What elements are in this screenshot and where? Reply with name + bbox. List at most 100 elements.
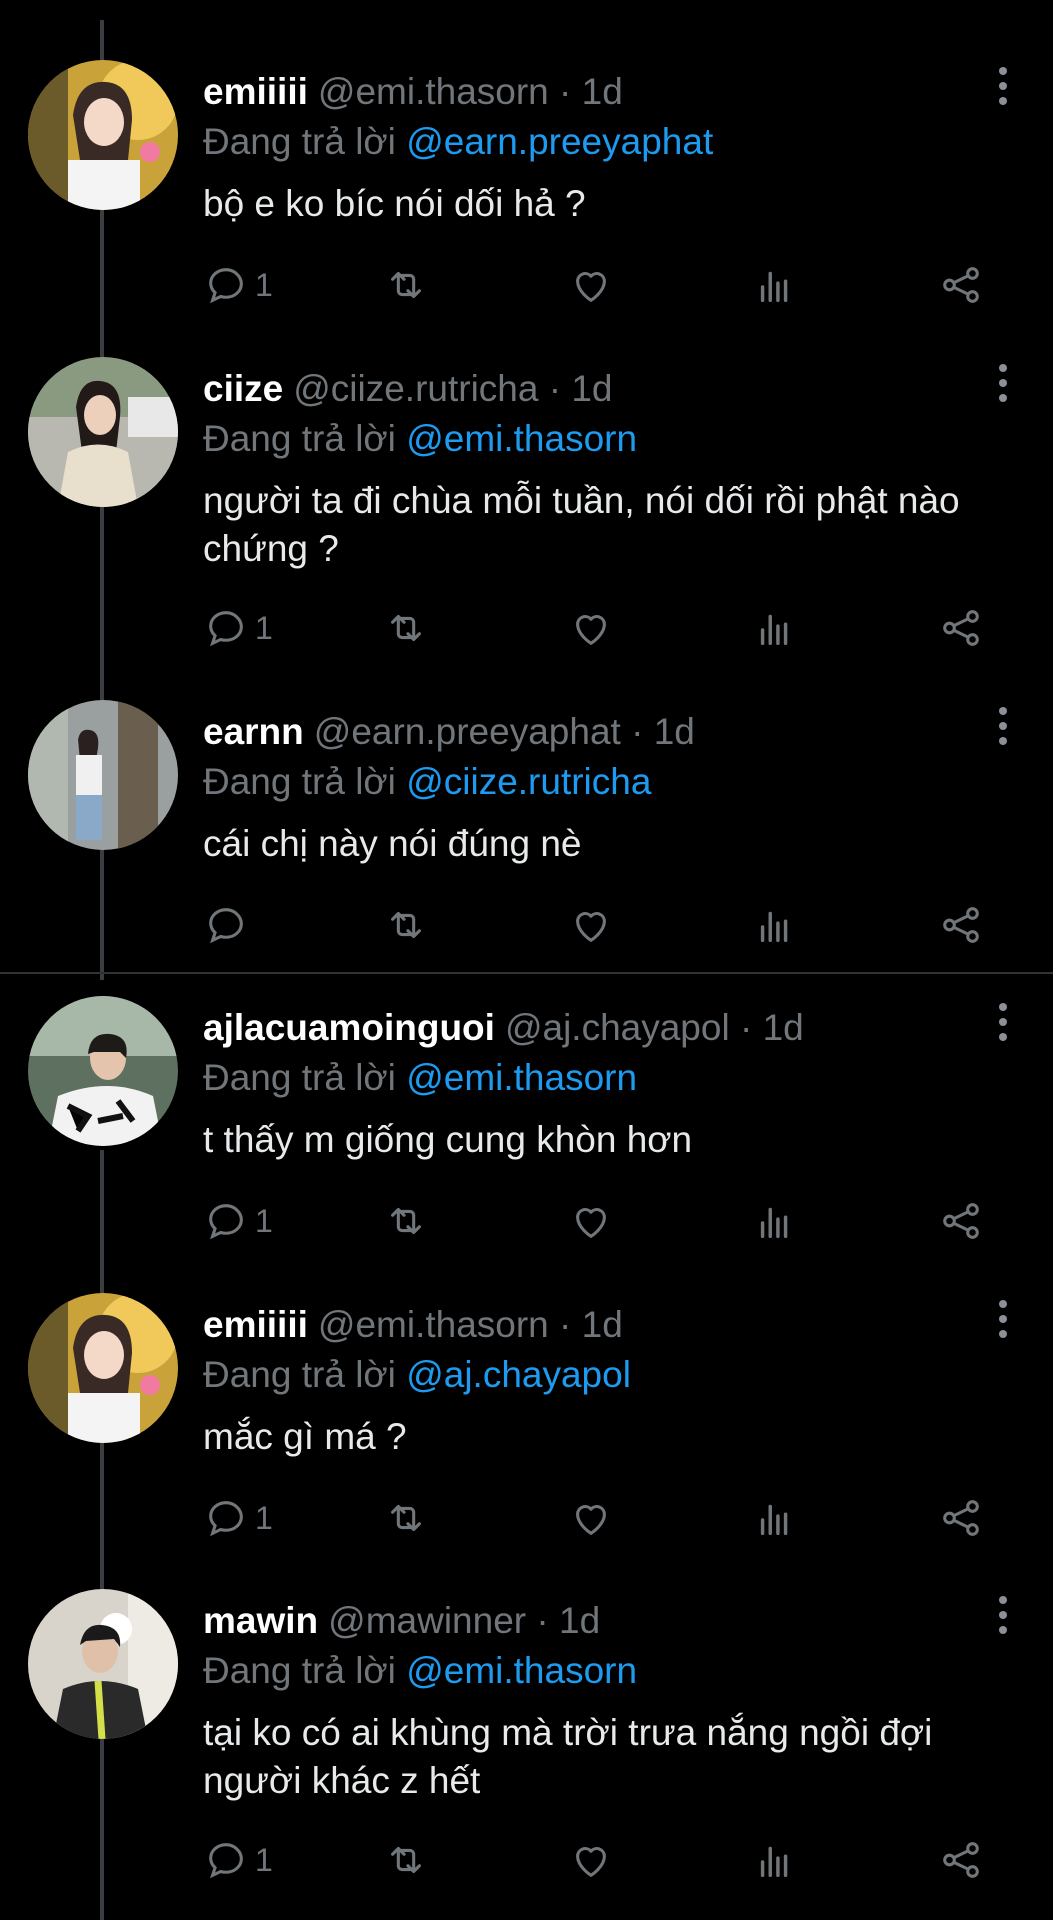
like-button[interactable] <box>568 260 614 310</box>
tweet-header: ciize @ciize.rutricha · 1d <box>203 367 613 411</box>
user-handle[interactable]: @emi.thasorn <box>318 1304 549 1345</box>
retweet-button[interactable] <box>383 900 429 950</box>
retweet-icon <box>391 1504 421 1532</box>
avatar[interactable] <box>28 357 178 507</box>
avatar[interactable] <box>28 1293 178 1443</box>
share-icon <box>943 267 979 303</box>
reply-icon <box>209 1501 243 1537</box>
tweet-actions: 1 <box>203 1835 993 1885</box>
separator-dot: · <box>559 1304 572 1345</box>
more-vertical-icon[interactable] <box>983 700 1023 760</box>
stats-button[interactable] <box>753 1835 799 1885</box>
display-name[interactable]: emiiiii <box>203 71 308 112</box>
retweet-button[interactable] <box>383 1835 429 1885</box>
replying-to: Đang trả lời @ciize.rutricha <box>203 760 651 804</box>
retweet-icon <box>391 271 421 299</box>
retweet-icon <box>391 1846 421 1874</box>
mention-link[interactable]: @ciize.rutricha <box>406 761 651 802</box>
heart-icon <box>576 272 606 302</box>
display-name[interactable]: ciize <box>203 368 283 409</box>
mention-link[interactable]: @aj.chayapol <box>406 1354 631 1395</box>
user-handle[interactable]: @aj.chayapol <box>505 1007 730 1048</box>
reply-button[interactable]: 1 <box>203 1196 273 1246</box>
mention-link[interactable]: @emi.thasorn <box>406 1057 637 1098</box>
share-icon <box>943 1203 979 1239</box>
stats-icon <box>760 1207 788 1239</box>
retweet-button[interactable] <box>383 603 429 653</box>
stats-icon <box>760 911 788 943</box>
timestamp[interactable]: 1d <box>582 71 623 112</box>
avatar[interactable] <box>28 700 178 850</box>
stats-button[interactable] <box>753 603 799 653</box>
share-button[interactable] <box>938 1835 984 1885</box>
mention-link[interactable]: @emi.thasorn <box>406 418 637 459</box>
retweet-button[interactable] <box>383 1493 429 1543</box>
replying-to: Đang trả lời @emi.thasorn <box>203 1649 637 1693</box>
share-button[interactable] <box>938 1493 984 1543</box>
heart-icon <box>576 1505 606 1535</box>
like-button[interactable] <box>568 1835 614 1885</box>
avatar[interactable] <box>28 60 178 210</box>
mention-link[interactable]: @earn.preeyaphat <box>406 121 713 162</box>
reply-button[interactable]: 1 <box>203 260 273 310</box>
stats-button[interactable] <box>753 260 799 310</box>
like-button[interactable] <box>568 1196 614 1246</box>
avatar[interactable] <box>28 996 178 1146</box>
replying-to-label: Đang trả lời <box>203 1650 407 1691</box>
more-vertical-icon[interactable] <box>983 357 1023 417</box>
tweet-text: cái chị này nói đúng nè <box>203 823 582 864</box>
like-button[interactable] <box>568 900 614 950</box>
more-vertical-icon[interactable] <box>983 1589 1023 1649</box>
like-button[interactable] <box>568 1493 614 1543</box>
reply-icon <box>209 611 243 647</box>
timestamp[interactable]: 1d <box>559 1600 600 1641</box>
display-name[interactable]: ajlacuamoinguoi <box>203 1007 495 1048</box>
share-button[interactable] <box>938 260 984 310</box>
retweet-icon <box>391 614 421 642</box>
avatar[interactable] <box>28 1589 178 1739</box>
tweet-actions: 1 <box>203 603 993 653</box>
more-vertical-icon[interactable] <box>983 1293 1023 1353</box>
stats-button[interactable] <box>753 1493 799 1543</box>
reply-icon <box>209 908 243 944</box>
tweet-text: mắc gì má ? <box>203 1416 407 1457</box>
reply-count: 1 <box>255 1202 273 1239</box>
mention-link[interactable]: @emi.thasorn <box>406 1650 637 1691</box>
more-vertical-icon[interactable] <box>983 60 1023 120</box>
reply-icon <box>209 1843 243 1879</box>
timestamp[interactable]: 1d <box>571 368 612 409</box>
heart-icon <box>576 615 606 645</box>
display-name[interactable]: emiiiii <box>203 1304 308 1345</box>
replying-to-label: Đang trả lời <box>203 121 407 162</box>
share-button[interactable] <box>938 1196 984 1246</box>
replying-to: Đang trả lời @earn.preeyaphat <box>203 120 713 164</box>
retweet-button[interactable] <box>383 1196 429 1246</box>
reply-button[interactable]: 1 <box>203 603 273 653</box>
display-name[interactable]: mawin <box>203 1600 318 1641</box>
reply-count: 1 <box>255 609 273 646</box>
share-button[interactable] <box>938 900 984 950</box>
timestamp[interactable]: 1d <box>654 711 695 752</box>
more-vertical-icon[interactable] <box>983 996 1023 1056</box>
thread-separator <box>0 972 1053 974</box>
reply-button[interactable] <box>203 900 255 950</box>
user-handle[interactable]: @emi.thasorn <box>318 71 549 112</box>
display-name[interactable]: earnn <box>203 711 304 752</box>
replying-to: Đang trả lời @aj.chayapol <box>203 1353 631 1397</box>
timestamp[interactable]: 1d <box>763 1007 804 1048</box>
stats-button[interactable] <box>753 900 799 950</box>
reply-count: 1 <box>255 266 273 303</box>
user-handle[interactable]: @earn.preeyaphat <box>314 711 621 752</box>
timestamp[interactable]: 1d <box>582 1304 623 1345</box>
user-handle[interactable]: @ciize.rutricha <box>293 368 538 409</box>
stats-icon <box>760 614 788 646</box>
reply-button[interactable]: 1 <box>203 1835 273 1885</box>
stats-button[interactable] <box>753 1196 799 1246</box>
reply-button[interactable]: 1 <box>203 1493 273 1543</box>
tweet-text: tại ko có ai khùng mà trời trưa nắng ngồ… <box>203 1712 933 1801</box>
like-button[interactable] <box>568 603 614 653</box>
retweet-button[interactable] <box>383 260 429 310</box>
user-handle[interactable]: @mawinner <box>328 1600 526 1641</box>
share-button[interactable] <box>938 603 984 653</box>
share-icon <box>943 907 979 943</box>
